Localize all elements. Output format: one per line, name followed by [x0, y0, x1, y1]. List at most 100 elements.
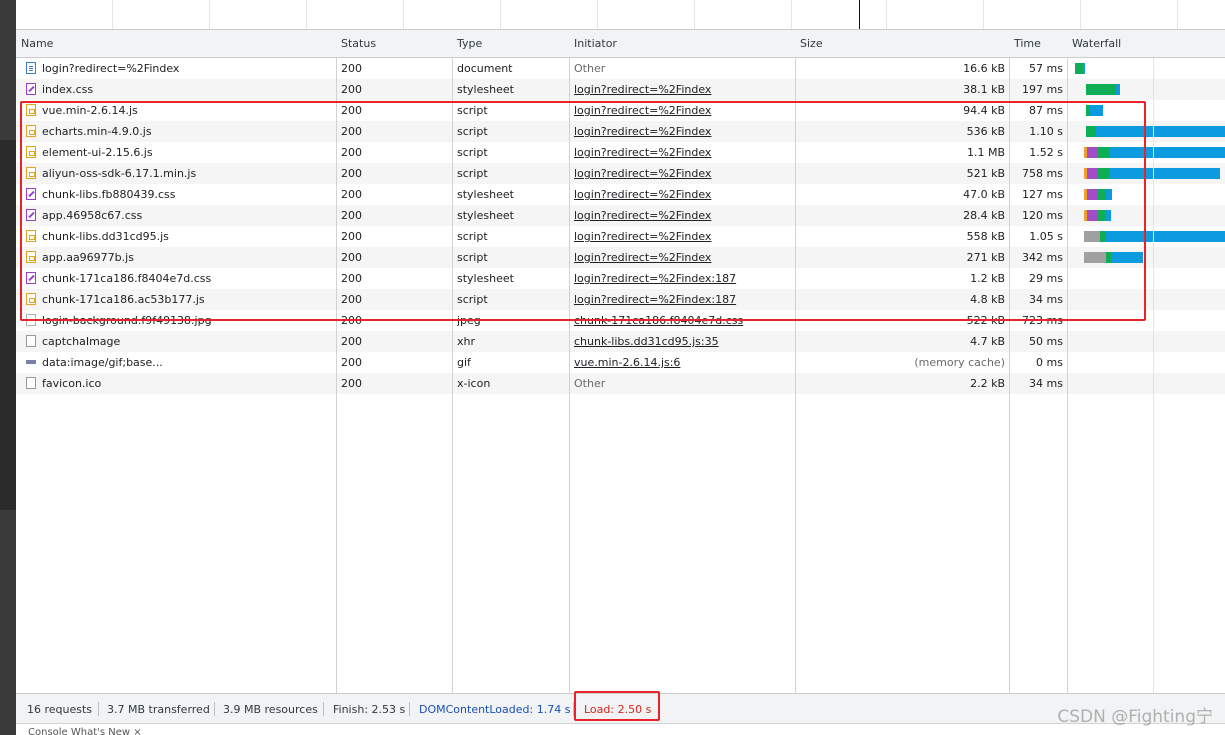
- table-row[interactable]: index.css 200 stylesheet login?redirect=%2F…: [16, 79, 1225, 100]
- request-type: document: [457, 62, 513, 75]
- column-divider[interactable]: [1067, 30, 1068, 693]
- table-row[interactable]: chunk-libs.dd31cd95.js 200 script login?red…: [16, 226, 1225, 247]
- request-status: 200: [341, 209, 362, 222]
- load-time: Load: 2.50 s: [584, 703, 652, 716]
- request-status: 200: [341, 125, 362, 138]
- stylesheet-icon: [26, 83, 36, 95]
- request-initiator[interactable]: vue.min-2.6.14.js:6: [574, 356, 784, 369]
- timeline-tick: [1080, 0, 1081, 29]
- timeline-tick: [500, 0, 501, 29]
- column-header-initiator[interactable]: Initiator: [574, 37, 617, 50]
- request-name: chunk-171ca186.ac53b177.js: [42, 293, 205, 306]
- request-initiator[interactable]: login?redirect=%2Findex: [574, 146, 784, 159]
- column-header-status[interactable]: Status: [341, 37, 376, 50]
- request-initiator[interactable]: login?redirect=%2Findex:187: [574, 272, 784, 285]
- request-status: 200: [341, 356, 362, 369]
- resources-size: 3.9 MB resources: [223, 703, 318, 716]
- request-initiator[interactable]: login?redirect=%2Findex:187: [574, 293, 784, 306]
- table-row[interactable]: chunk-171ca186.f8404e7d.css 200 stylesheet…: [16, 268, 1225, 289]
- request-name: index.css: [42, 83, 94, 96]
- request-initiator[interactable]: login?redirect=%2Findex: [574, 167, 784, 180]
- request-initiator[interactable]: login?redirect=%2Findex: [574, 188, 784, 201]
- waterfall-bar: [1096, 126, 1225, 137]
- script-icon: [26, 230, 36, 242]
- table-row[interactable]: chunk-libs.fb880439.css 200 stylesheet logi…: [16, 184, 1225, 205]
- request-initiator[interactable]: login?redirect=%2Findex: [574, 230, 784, 243]
- drawer-tabs[interactable]: Console What's New ×: [28, 727, 142, 735]
- request-name: app.46958c67.css: [42, 209, 143, 222]
- request-initiator[interactable]: login?redirect=%2Findex: [574, 209, 784, 222]
- request-initiator[interactable]: login?redirect=%2Findex: [574, 104, 784, 117]
- request-size: 522 kB: [966, 314, 1005, 327]
- timeline-tick: [112, 0, 113, 29]
- request-name: vue.min-2.6.14.js: [42, 104, 138, 117]
- column-divider[interactable]: [795, 30, 796, 693]
- table-row[interactable]: data:image/gif;base... 200 gif vue.min-2.6.…: [16, 352, 1225, 373]
- request-size: 536 kB: [966, 125, 1005, 138]
- dom-content-loaded-time: DOMContentLoaded: 1.74 s: [419, 703, 571, 716]
- request-status: 200: [341, 167, 362, 180]
- waterfall-bar: [1086, 126, 1096, 137]
- stylesheet-icon: [26, 209, 36, 221]
- request-time: 1.10 s: [1029, 125, 1063, 138]
- left-window-edge: [0, 0, 16, 735]
- table-row[interactable]: app.46958c67.css 200 stylesheet login?redir…: [16, 205, 1225, 226]
- column-header-waterfall[interactable]: Waterfall: [1072, 37, 1121, 50]
- column-divider[interactable]: [336, 30, 337, 693]
- table-row[interactable]: chunk-171ca186.ac53b177.js 200 script login…: [16, 289, 1225, 310]
- table-row[interactable]: favicon.ico 200 x-icon Other 2.2 kB 34 ms: [16, 373, 1225, 394]
- column-header-size[interactable]: Size: [800, 37, 823, 50]
- request-name: login?redirect=%2Findex: [42, 62, 180, 75]
- request-time: 29 ms: [1029, 272, 1063, 285]
- request-initiator[interactable]: login?redirect=%2Findex: [574, 83, 784, 96]
- waterfall-bar: [1087, 147, 1097, 158]
- request-time: 50 ms: [1029, 335, 1063, 348]
- table-row[interactable]: login-background.f9f49138.jpg 200 jpeg chun…: [16, 310, 1225, 331]
- waterfall-bar: [1106, 210, 1111, 221]
- column-divider[interactable]: [1009, 30, 1010, 693]
- request-status: 200: [341, 83, 362, 96]
- table-row[interactable]: element-ui-2.15.6.js 200 script login?redir…: [16, 142, 1225, 163]
- column-header-time[interactable]: Time: [1014, 37, 1041, 50]
- request-status: 200: [341, 104, 362, 117]
- network-request-table: login?redirect=%2Findex 200 document Other 1…: [16, 30, 1225, 693]
- table-row[interactable]: vue.min-2.6.14.js 200 script login?redirect…: [16, 100, 1225, 121]
- request-time: 34 ms: [1029, 377, 1063, 390]
- request-time: 87 ms: [1029, 104, 1063, 117]
- network-summary-bar: 16 requests 3.7 MB transferred 3.9 MB re…: [16, 693, 1225, 723]
- request-name: favicon.ico: [42, 377, 102, 390]
- column-divider[interactable]: [569, 30, 570, 693]
- table-row[interactable]: app.aa96977b.js 200 script login?redirect=%…: [16, 247, 1225, 268]
- summary-separator: [98, 702, 99, 716]
- request-initiator[interactable]: chunk-171ca186.f8404e7d.css: [574, 314, 784, 327]
- column-divider[interactable]: [452, 30, 453, 693]
- request-initiator[interactable]: login?redirect=%2Findex: [574, 251, 784, 264]
- table-row[interactable]: aliyun-oss-sdk-6.17.1.min.js 200 script log…: [16, 163, 1225, 184]
- overview-timeline[interactable]: [16, 0, 1225, 30]
- waterfall-bar: [1097, 147, 1109, 158]
- request-size: 1.1 MB: [966, 146, 1005, 159]
- script-icon: [26, 167, 36, 179]
- document-icon: [26, 62, 36, 74]
- request-time: 723 ms: [1022, 314, 1063, 327]
- waterfall-bar: [1106, 189, 1112, 200]
- request-initiator[interactable]: chunk-libs.dd31cd95.js:35: [574, 335, 784, 348]
- request-size: 4.7 kB: [970, 335, 1005, 348]
- script-icon: [26, 293, 36, 305]
- column-header-type[interactable]: Type: [457, 37, 482, 50]
- request-type: script: [457, 293, 488, 306]
- request-type: jpeg: [457, 314, 481, 327]
- request-initiator[interactable]: login?redirect=%2Findex: [574, 125, 784, 138]
- request-size: 1.2 kB: [970, 272, 1005, 285]
- waterfall-bar: [1090, 105, 1103, 116]
- request-type: stylesheet: [457, 209, 514, 222]
- timeline-tick: [983, 0, 984, 29]
- table-row[interactable]: echarts.min-4.9.0.js 200 script login?redir…: [16, 121, 1225, 142]
- table-row[interactable]: login?redirect=%2Findex 200 document Other 1…: [16, 58, 1225, 79]
- timeline-tick: [403, 0, 404, 29]
- request-name: echarts.min-4.9.0.js: [42, 125, 152, 138]
- waterfall-gridline: [1153, 30, 1154, 693]
- request-status: 200: [341, 62, 362, 75]
- table-row[interactable]: captchaImage 200 xhr chunk-libs.dd31cd95.js…: [16, 331, 1225, 352]
- column-header-name[interactable]: Name: [21, 37, 53, 50]
